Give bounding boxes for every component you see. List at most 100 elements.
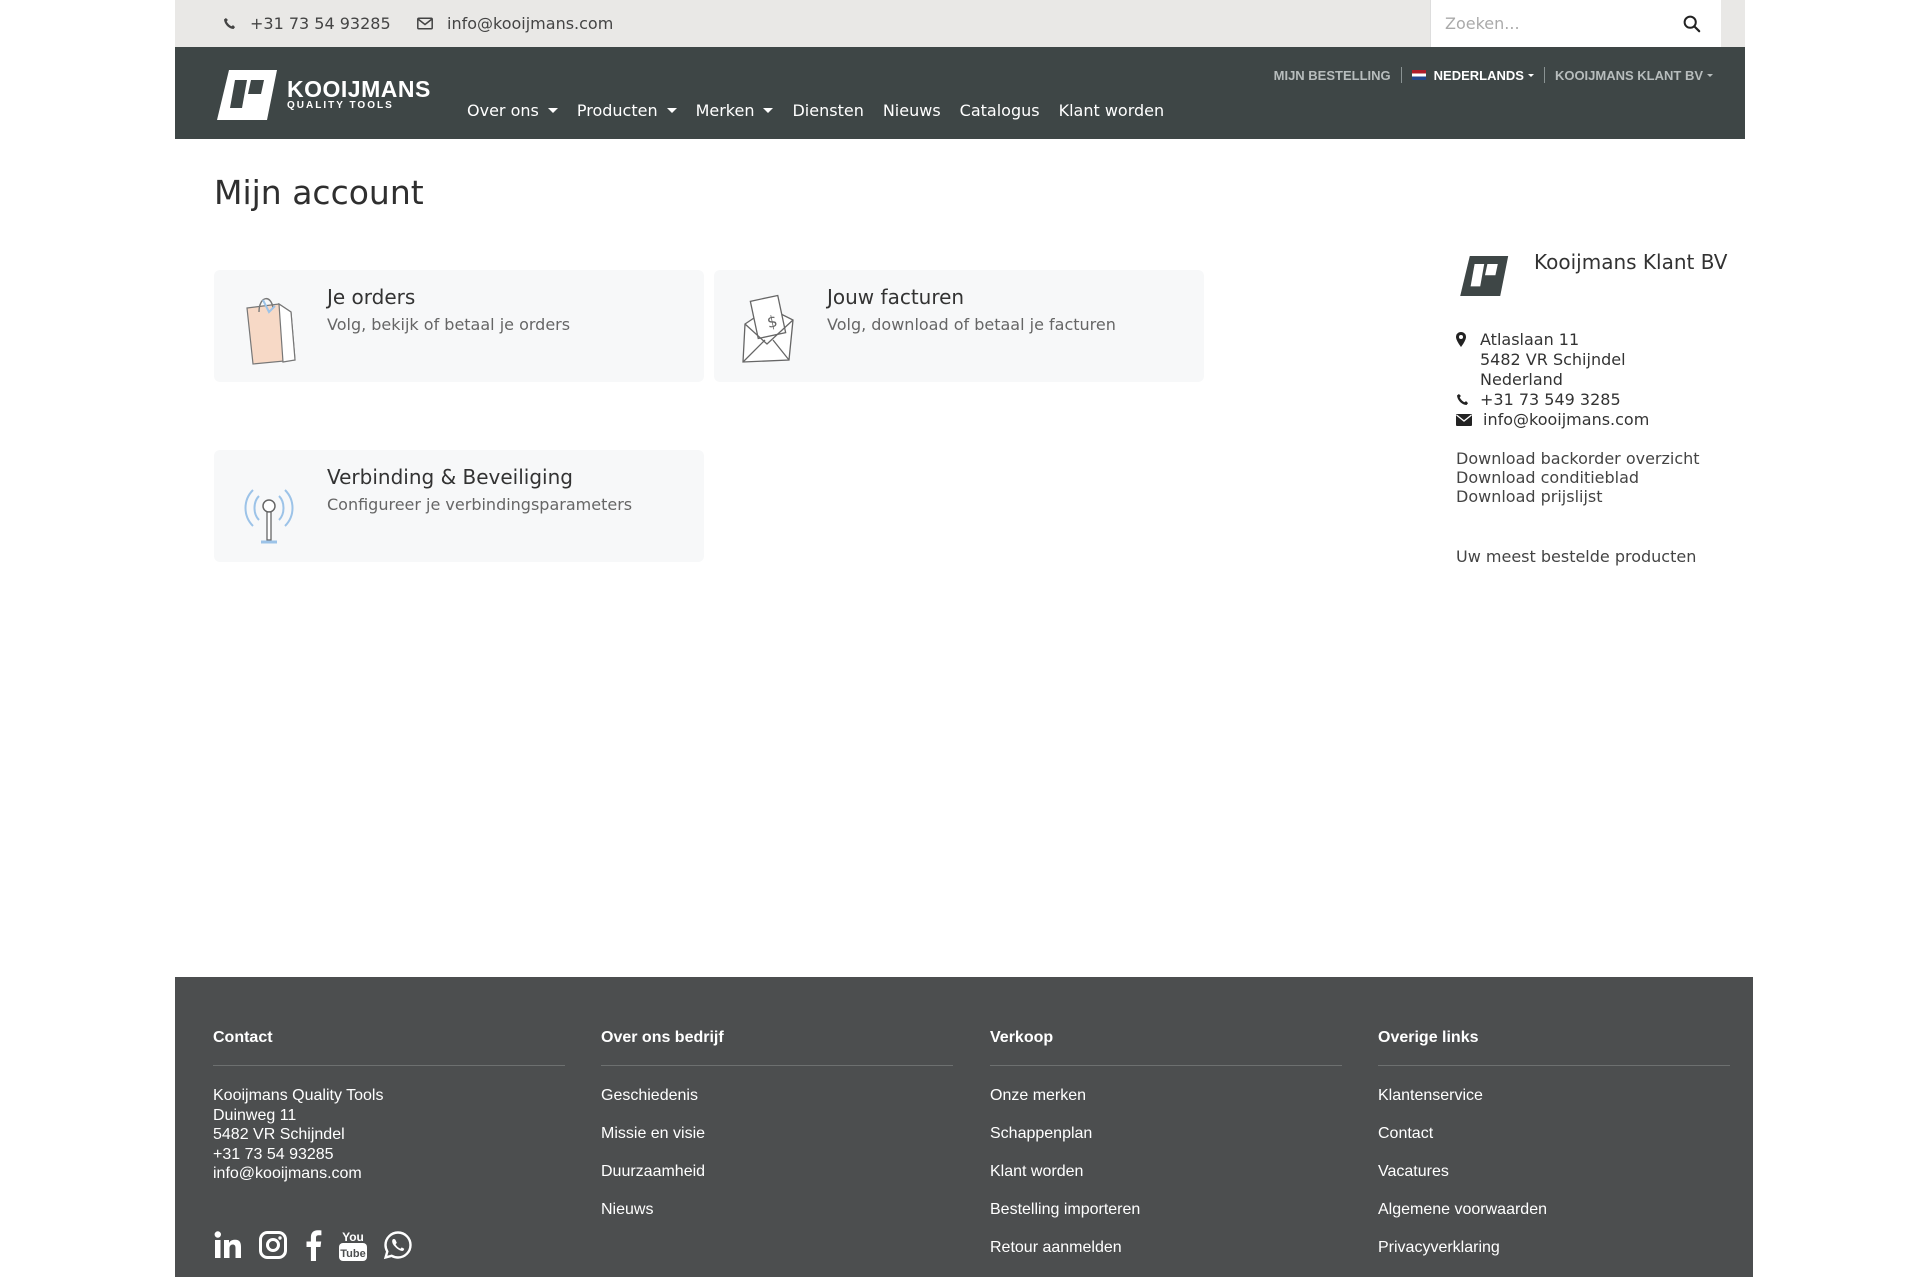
footer-address-line: Duinweg 11	[213, 1106, 297, 1124]
divider	[1378, 1065, 1730, 1066]
linkedin-icon[interactable]	[213, 1230, 243, 1260]
account-label: KOOIJMANS KLANT BV	[1554, 67, 1703, 83]
shopping-bag-icon	[246, 298, 296, 365]
card-title: Je orders	[327, 285, 416, 309]
caret-down-icon	[1527, 73, 1534, 77]
sidebar-email[interactable]: info@kooijmans.com	[1456, 410, 1649, 429]
instagram-icon[interactable]	[258, 1230, 288, 1260]
search-icon	[1683, 15, 1701, 32]
antenna-icon	[244, 489, 294, 544]
footer-email[interactable]: info@kooijmans.com	[213, 1164, 565, 1184]
divider	[990, 1065, 1342, 1066]
footer-link-missie[interactable]: Missie en visie	[601, 1124, 953, 1144]
nav-item-producten[interactable]: Producten	[577, 101, 677, 120]
nav-label: Nieuws	[882, 101, 941, 120]
download-backorder-link[interactable]: Download backorder overzicht	[1456, 449, 1700, 468]
footer-link-klant-worden[interactable]: Klant worden	[990, 1162, 1342, 1182]
footer-link-algemene-voorwaarden[interactable]: Algemene voorwaarden	[1378, 1200, 1730, 1220]
nav-label: Over ons	[467, 101, 539, 120]
search-box	[1430, 0, 1721, 47]
address-line: Atlaslaan 11	[1480, 330, 1580, 349]
footer-link-contact[interactable]: Contact	[1378, 1124, 1730, 1144]
invoice-envelope-icon: $	[742, 294, 794, 363]
logo-text: KOOIJMANS QUALITY TOOLS	[287, 78, 431, 112]
download-conditions-link[interactable]: Download conditieblad	[1456, 468, 1639, 487]
search-button[interactable]	[1663, 0, 1721, 47]
sidebar-email-text: info@kooijmans.com	[1483, 410, 1650, 429]
footer-about-column: Over ons bedrijf Geschiedenis Missie en …	[601, 1029, 953, 1238]
nav-item-over-ons[interactable]: Over ons	[467, 101, 558, 120]
company-name: Kooijmans Klant BV	[1534, 250, 1728, 274]
brand-name: KOOIJMANS	[287, 76, 431, 102]
orders-card[interactable]: Je orders Volg, bekijk of betaal je orde…	[214, 270, 704, 382]
sidebar-phone[interactable]: +31 73 549 3285	[1456, 390, 1621, 409]
company-logo-icon	[1460, 256, 1509, 296]
card-subtitle: Volg, download of betaal je facturen	[827, 315, 1116, 334]
nav-label: Catalogus	[959, 101, 1040, 120]
nav-item-merken[interactable]: Merken	[696, 101, 774, 120]
topbar-email[interactable]: info@kooijmans.com	[417, 0, 613, 47]
footer-sales-column: Verkoop Onze merken Schappenplan Klant w…	[990, 1029, 1342, 1276]
address-country: Nederland	[1480, 370, 1563, 389]
topbar-phone[interactable]: +31 73 54 93285	[223, 0, 391, 47]
footer: Contact Kooijmans Quality Tools Duinweg …	[175, 977, 1753, 1277]
nav-item-nieuws[interactable]: Nieuws	[883, 101, 941, 120]
nav-item-klant-worden[interactable]: Klant worden	[1059, 101, 1165, 120]
footer-other-column: Overige links Klantenservice Contact Vac…	[1378, 1029, 1730, 1276]
youtube-icon[interactable]: You Tube	[338, 1228, 368, 1262]
footer-link-onze-merken[interactable]: Onze merken	[990, 1086, 1342, 1106]
caret-down-icon	[666, 108, 677, 113]
footer-heading: Contact	[213, 1029, 273, 1046]
logo[interactable]: KOOIJMANS QUALITY TOOLS	[217, 70, 431, 120]
footer-link-geschiedenis[interactable]: Geschiedenis	[601, 1086, 953, 1106]
footer-heading: Overige links	[1378, 1029, 1479, 1046]
facebook-icon[interactable]	[303, 1229, 323, 1261]
topbar-email-text: info@kooijmans.com	[447, 14, 614, 33]
divider	[213, 1065, 565, 1066]
nav-label: Klant worden	[1058, 101, 1165, 120]
main-navbar: KOOIJMANS QUALITY TOOLS Over ons Product…	[175, 47, 1745, 139]
address-postcode: 5482 VR Schijndel	[1480, 350, 1626, 369]
dutch-flag-icon	[1411, 70, 1426, 80]
footer-link-schappenplan[interactable]: Schappenplan	[990, 1124, 1342, 1144]
card-title: Jouw facturen	[827, 285, 965, 309]
whatsapp-icon[interactable]	[383, 1230, 413, 1260]
language-label: NEDERLANDS	[1433, 67, 1524, 83]
map-marker-icon	[1456, 332, 1466, 347]
footer-link-klantenservice[interactable]: Klantenservice	[1378, 1086, 1730, 1106]
connection-security-card[interactable]: Verbinding & Beveiliging Configureer je …	[214, 450, 704, 562]
top-bar: +31 73 54 93285 info@kooijmans.com	[175, 0, 1745, 47]
envelope-icon	[417, 17, 433, 30]
page-title: Mijn account	[214, 173, 424, 212]
phone-icon	[223, 17, 236, 30]
invoices-card[interactable]: $ Jouw facturen Volg, download of betaal…	[714, 270, 1204, 382]
footer-contact-column: Contact Kooijmans Quality Tools Duinweg …	[213, 1029, 565, 1184]
footer-link-nieuws[interactable]: Nieuws	[601, 1200, 953, 1220]
download-pricelist-link[interactable]: Download prijslijst	[1456, 487, 1603, 506]
language-selector[interactable]: NEDERLANDS	[1411, 67, 1534, 83]
footer-link-privacyverklaring[interactable]: Privacyverklaring	[1378, 1238, 1730, 1258]
nav-item-catalogus[interactable]: Catalogus	[960, 101, 1040, 120]
footer-address-line: Kooijmans Quality Tools	[213, 1087, 384, 1104]
divider	[1400, 67, 1402, 83]
nav-item-diensten[interactable]: Diensten	[792, 101, 863, 120]
card-subtitle: Volg, bekijk of betaal je orders	[327, 315, 571, 334]
divider	[1543, 67, 1545, 83]
my-order-link[interactable]: MIJN BESTELLING	[1274, 68, 1391, 83]
footer-link-duurzaamheid[interactable]: Duurzaamheid	[601, 1162, 953, 1182]
footer-phone[interactable]: +31 73 54 93285	[213, 1145, 565, 1165]
search-input[interactable]	[1431, 2, 1657, 45]
caret-down-icon	[1707, 73, 1713, 77]
most-ordered-products-link[interactable]: Uw meest bestelde producten	[1456, 547, 1696, 566]
footer-link-retour-aanmelden[interactable]: Retour aanmelden	[990, 1238, 1342, 1258]
footer-address-line: 5482 VR Schijndel	[213, 1126, 345, 1144]
nav-label: Merken	[695, 101, 755, 120]
account-selector[interactable]: KOOIJMANS KLANT BV	[1555, 68, 1713, 83]
caret-down-icon	[763, 108, 774, 113]
footer-link-bestelling-importeren[interactable]: Bestelling importeren	[990, 1200, 1342, 1220]
svg-text:You: You	[342, 1230, 364, 1244]
card-subtitle: Configureer je verbindingsparameters	[327, 495, 633, 514]
footer-heading: Over ons bedrijf	[601, 1029, 724, 1046]
main-menu: Over ons Producten Merken Diensten Nieuw…	[467, 101, 1183, 120]
footer-link-vacatures[interactable]: Vacatures	[1378, 1162, 1730, 1182]
